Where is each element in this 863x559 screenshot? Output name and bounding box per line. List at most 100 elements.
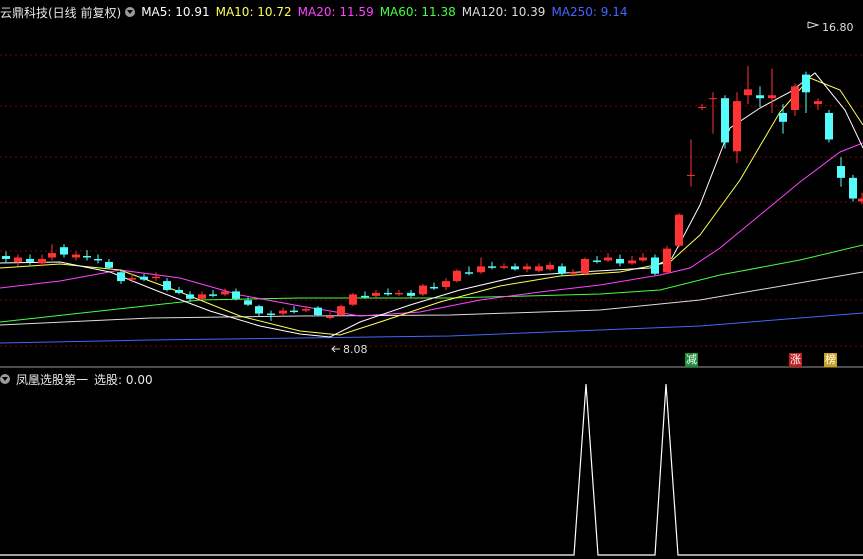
candle-body [326, 316, 334, 318]
candle-body [546, 264, 554, 270]
candle-body [140, 276, 148, 280]
candle-body [395, 292, 403, 295]
candle-body [721, 98, 729, 143]
candle-body [60, 247, 68, 255]
indicator-value: 选股: 0.00 [94, 372, 153, 387]
candle-body [302, 309, 310, 311]
candle-body [384, 292, 392, 295]
ma-line [0, 142, 863, 317]
indicator-title[interactable]: 凤凰选股第一 [16, 371, 88, 388]
candle-body [337, 306, 345, 316]
candle-body [651, 257, 659, 274]
dropdown-icon[interactable] [125, 7, 136, 17]
main-chart-header: 云鼎科技(日线 前复权) MA5: 10.91 MA10: 10.72 MA20… [0, 2, 633, 22]
indicator-dropdown-icon[interactable] [0, 374, 10, 384]
candle-body [442, 281, 450, 287]
ma20-label: MA20: 11.59 [297, 5, 374, 19]
candle-body [465, 272, 473, 274]
candle-body [83, 256, 91, 258]
candle-body [756, 95, 764, 99]
stock-title[interactable]: 云鼎科技(日线 前复权) [0, 4, 121, 21]
high-arrow-icon [807, 21, 820, 29]
candle-body [616, 258, 624, 264]
candle-body [198, 294, 206, 299]
candle-body [255, 306, 263, 314]
low-arrow-icon [331, 345, 340, 353]
candle-body [175, 289, 183, 293]
candle-body [558, 266, 566, 274]
stock-chart[interactable]: 16.80 8.08 [0, 0, 863, 559]
candle-body [72, 254, 80, 258]
candle-body [628, 260, 636, 264]
candle-body [407, 292, 415, 296]
indicator-panel [0, 383, 863, 556]
candle-body [733, 101, 741, 152]
candle-body [825, 112, 833, 140]
candle-body [837, 166, 845, 178]
candle-body [244, 300, 252, 305]
candle-body [186, 294, 194, 299]
candle-body [430, 287, 438, 289]
candle-body [581, 258, 589, 274]
candle-body [2, 256, 10, 259]
candle-body [163, 281, 171, 290]
ma60-label: MA60: 11.38 [379, 5, 456, 19]
candle-body [523, 266, 531, 270]
candle-body [604, 257, 612, 261]
candle-body [511, 266, 519, 270]
ma5-label: MA5: 10.91 [141, 5, 210, 19]
candle-body [26, 258, 34, 262]
candle-body [768, 95, 776, 99]
candle-body [267, 313, 275, 316]
candle-body [779, 112, 787, 122]
candle-body [593, 260, 601, 262]
candle-body [221, 291, 229, 295]
candle-body [858, 198, 863, 202]
candle-body [279, 310, 287, 314]
ma-line [0, 244, 863, 323]
candle-body [477, 266, 485, 273]
candle-body [361, 295, 369, 298]
candle-body [791, 86, 799, 110]
candle-body [128, 278, 136, 280]
candle-body [419, 285, 427, 295]
candle-body [639, 257, 647, 261]
candle-body [500, 266, 508, 268]
ma120-label: MA120: 10.39 [461, 5, 546, 19]
price-annotations: 16.80 8.08 [331, 21, 854, 356]
candle-body [453, 270, 461, 282]
candle-body [675, 214, 683, 246]
candle-body [569, 272, 577, 274]
tag-reduce[interactable]: 减 [685, 353, 698, 367]
tag-rank[interactable]: 榜 [824, 353, 837, 367]
signal-line [0, 383, 863, 556]
candle-body [117, 272, 125, 282]
candle-body [105, 261, 113, 268]
candle-body [698, 107, 706, 109]
candle-body [802, 74, 810, 93]
indicator-header: 凤凰选股第一 选股: 0.00 [0, 369, 159, 389]
candle-body [209, 294, 217, 296]
ma10-label: MA10: 10.72 [215, 5, 292, 19]
candle-body [814, 101, 822, 105]
tag-rise[interactable]: 涨 [789, 353, 802, 367]
price-grid [0, 54, 863, 347]
candle-body [687, 174, 695, 176]
candle-body [38, 258, 46, 264]
candle-body [372, 292, 380, 296]
candle-body [663, 248, 671, 273]
candle-body [349, 294, 357, 305]
candle-body [48, 253, 56, 258]
high-price-label: 16.80 [822, 21, 854, 34]
candlesticks [2, 65, 863, 321]
candle-body [152, 276, 160, 279]
candle-body [488, 266, 496, 268]
candle-body [232, 291, 240, 299]
candle-body [849, 177, 857, 199]
ma-line [0, 312, 863, 344]
candle-body [709, 98, 717, 100]
candle-body [290, 310, 298, 313]
candle-body [94, 258, 102, 261]
candle-body [535, 266, 543, 271]
low-price-label: 8.08 [343, 343, 368, 356]
